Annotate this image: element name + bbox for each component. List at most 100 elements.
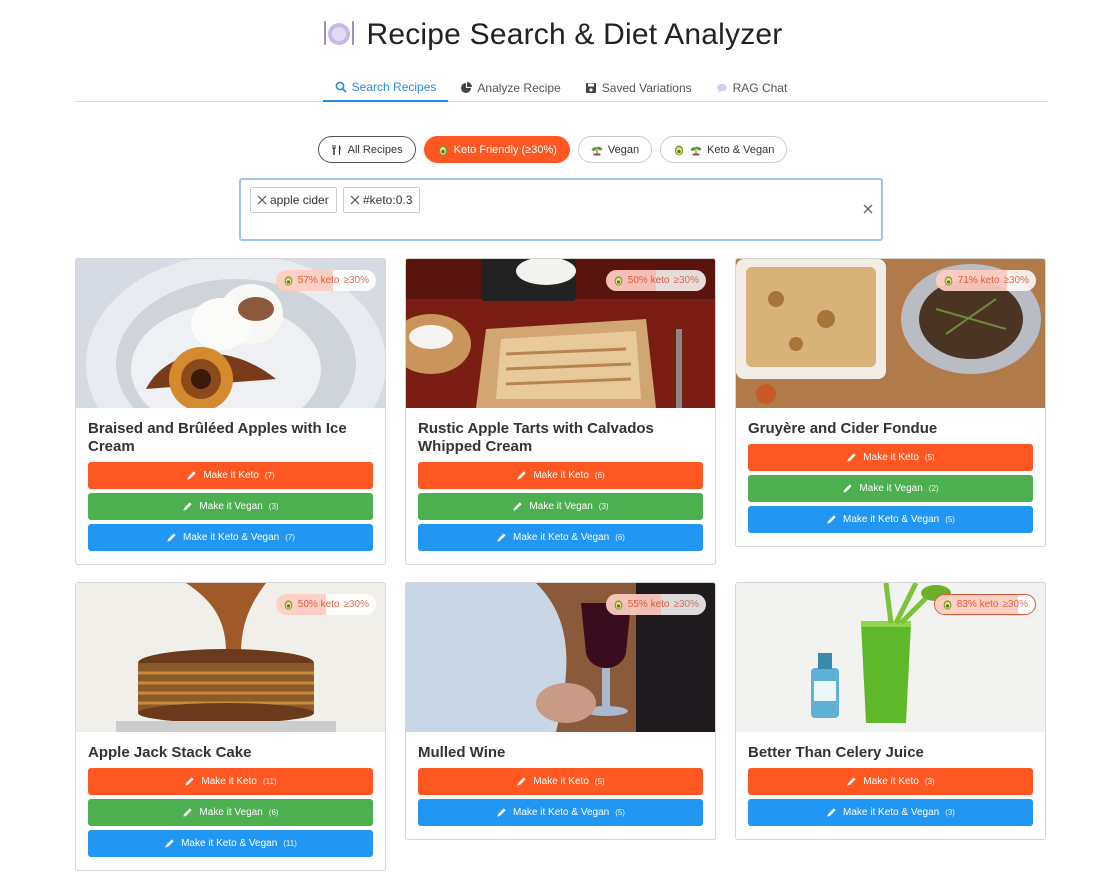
tab-rag-chat[interactable]: RAG Chat (704, 74, 800, 102)
keto-threshold: ≥30% (673, 275, 699, 286)
keto-percent: 57% keto (297, 275, 340, 286)
make-it-vegan-button[interactable]: Make it Vegan (3) (418, 493, 703, 520)
variation-count: (5) (945, 515, 955, 524)
utensils-icon (332, 144, 341, 155)
make-it-kv-button[interactable]: Make it Keto & Vegan (11) (88, 830, 373, 857)
variation-count: (6) (268, 808, 279, 817)
make-it-keto-button[interactable]: Make it Keto (3) (748, 768, 1033, 795)
recipe-title: Mulled Wine (418, 744, 506, 761)
recipe-card[interactable]: 57% keto ≥30% Braised and Brûléed Apples… (75, 258, 386, 565)
make-it-kv-button[interactable]: Make it Keto & Vegan (7) (88, 524, 373, 551)
pencil-icon (847, 453, 856, 462)
keto-percent: 55% keto (627, 599, 670, 610)
chip-label: #keto:0.3 (363, 193, 413, 207)
pencil-icon (827, 808, 836, 817)
button-label: Make it Keto (201, 776, 257, 787)
keto-threshold: ≥30% (343, 275, 369, 286)
avocado-icon (944, 276, 953, 286)
filter-label: Keto Friendly (≥30%) (453, 143, 557, 156)
filter-keto-vegan[interactable]: Keto & Vegan (660, 136, 788, 163)
tab-label: Analyze Recipe (477, 81, 561, 95)
make-it-keto-button[interactable]: Make it Keto (7) (88, 462, 373, 489)
tab-search-recipes[interactable]: Search Recipes (322, 74, 449, 102)
pencil-icon (513, 502, 523, 511)
close-icon[interactable] (350, 195, 360, 205)
recipe-card[interactable]: 83% keto ≥30% Better Than Celery Juice M… (735, 582, 1046, 840)
variation-buttons: Make it Keto (7) Make it Vegan (3) Make it K… (76, 462, 385, 551)
button-label: Make it Vegan (199, 501, 263, 512)
make-it-keto-button[interactable]: Make it Keto (6) (418, 462, 703, 489)
search-input[interactable]: apple cider #keto:0.3 (239, 178, 883, 241)
recipe-card[interactable]: 55% keto ≥30% Mulled Wine Make it Keto (5… (405, 582, 716, 840)
button-label: Make it Keto & Vegan (183, 532, 280, 543)
pencil-icon (517, 777, 526, 786)
keto-threshold: ≥30% (1002, 599, 1028, 610)
make-it-kv-button[interactable]: Make it Keto & Vegan (5) (748, 506, 1033, 533)
main-tabs: Search Recipes Analyze Recipe Saved Vari… (75, 74, 1047, 102)
recipe-card[interactable]: 50% keto ≥30% Apple Jack Stack Cake Make… (75, 582, 386, 871)
filter-vegan[interactable]: Vegan (577, 136, 653, 163)
pencil-icon (843, 484, 853, 493)
page-title: Recipe Search & Diet Analyzer (0, 18, 1105, 52)
make-it-vegan-button[interactable]: Make it Vegan (2) (748, 475, 1033, 502)
keto-threshold: ≥30% (343, 599, 369, 610)
variation-buttons: Make it Keto (5) Make it Keto & Vegan (5) (406, 768, 715, 826)
variation-count: (6) (615, 533, 625, 542)
variation-count: (5) (594, 777, 605, 786)
make-it-keto-button[interactable]: Make it Keto (5) (748, 444, 1033, 471)
variation-count: (3) (598, 502, 609, 511)
keto-percent: 50% keto (297, 599, 340, 610)
recipe-title: Braised and Brûléed Apples with Ice Crea… (88, 420, 347, 455)
filter-label: Vegan (607, 143, 640, 156)
keto-threshold: ≥30% (673, 599, 699, 610)
recipe-card[interactable]: 71% keto ≥30% Gruyère and Cider Fondue M… (735, 258, 1046, 547)
make-it-vegan-button[interactable]: Make it Vegan (3) (88, 493, 373, 520)
recipe-image: 83% keto ≥30% (736, 583, 1045, 732)
variation-count: (3) (268, 502, 279, 511)
avocado-icon (614, 600, 623, 610)
recipe-image: 50% keto ≥30% (76, 583, 385, 732)
pie-chart-icon (461, 82, 473, 93)
recipe-title: Rustic Apple Tarts with Calvados Whipped… (418, 420, 654, 455)
pencil-icon (167, 533, 176, 542)
avocado-icon (943, 600, 952, 610)
keto-badge: 50% keto ≥30% (605, 270, 706, 291)
chip-label: apple cider (270, 193, 329, 207)
tab-analyze-recipe[interactable]: Analyze Recipe (448, 74, 572, 102)
avocado-icon (284, 600, 293, 610)
clear-search-icon[interactable] (862, 203, 874, 215)
variation-count: (11) (262, 777, 277, 786)
search-chip[interactable]: #keto:0.3 (343, 187, 421, 213)
make-it-kv-button[interactable]: Make it Keto & Vegan (6) (418, 524, 703, 551)
search-icon (335, 81, 347, 93)
make-it-vegan-button[interactable]: Make it Vegan (6) (88, 799, 373, 826)
variation-count: (11) (283, 839, 297, 848)
recipe-image: 57% keto ≥30% (76, 259, 385, 408)
recipe-title: Better Than Celery Juice (748, 744, 924, 761)
button-label: Make it Keto (863, 452, 919, 463)
search-chip[interactable]: apple cider (250, 187, 337, 213)
pencil-icon (497, 808, 506, 817)
pencil-icon (497, 533, 506, 542)
recipe-image: 55% keto ≥30% (406, 583, 715, 732)
make-it-kv-button[interactable]: Make it Keto & Vegan (3) (748, 799, 1033, 826)
close-icon[interactable] (257, 195, 267, 205)
filter-keto-friendly[interactable]: Keto Friendly (≥30%) (423, 136, 570, 163)
tab-saved-variations[interactable]: Saved Variations (573, 74, 704, 102)
recipe-card[interactable]: 50% keto ≥30% Rustic Apple Tarts with Ca… (405, 258, 716, 565)
save-icon (585, 83, 596, 93)
variation-buttons: Make it Keto (6) Make it Vegan (3) Make it K… (406, 462, 715, 551)
make-it-keto-button[interactable]: Make it Keto (11) (88, 768, 373, 795)
pencil-icon (847, 777, 856, 786)
make-it-keto-button[interactable]: Make it Keto (5) (418, 768, 703, 795)
button-label: Make it Keto & Vegan (181, 838, 278, 849)
button-label: Make it Keto & Vegan (513, 532, 610, 543)
tab-label: Search Recipes (351, 80, 437, 94)
filter-all-recipes[interactable]: All Recipes (317, 136, 416, 163)
filter-label: Keto & Vegan (707, 143, 775, 156)
button-label: Make it Keto & Vegan (513, 807, 610, 818)
variation-count: (5) (924, 453, 935, 462)
variation-count: (3) (945, 808, 955, 817)
make-it-kv-button[interactable]: Make it Keto & Vegan (5) (418, 799, 703, 826)
keto-badge: 55% keto ≥30% (605, 594, 706, 615)
